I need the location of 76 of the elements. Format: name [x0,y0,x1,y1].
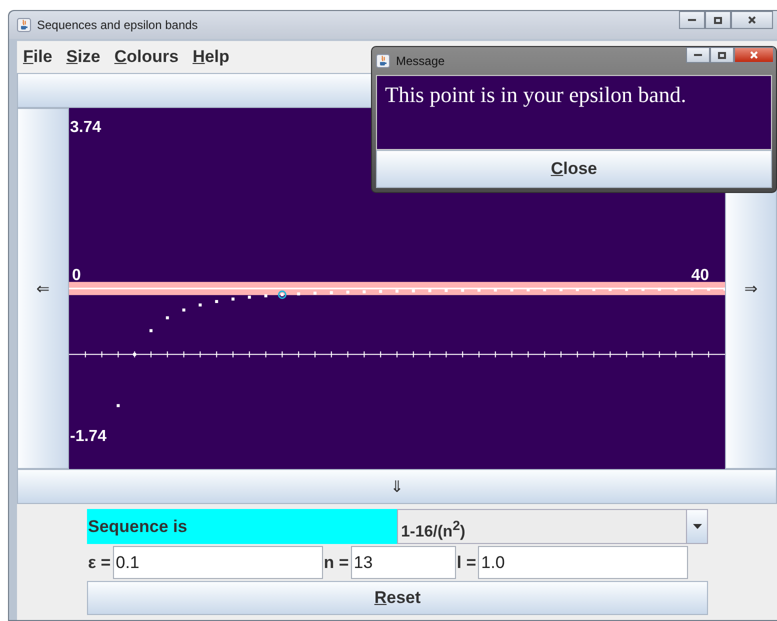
data-point [116,404,120,408]
data-point [592,288,596,292]
minimize-button[interactable] [679,11,705,29]
data-point [379,290,382,293]
sequence-dropdown[interactable]: 1-16/(n$^{2}$) [397,509,708,544]
data-point [543,288,546,292]
minimize-icon [688,19,696,21]
message-text: This point is in your epsilon band. [385,82,686,107]
close-button[interactable]: Close [376,150,772,188]
menu-item[interactable]: File [23,47,52,67]
field-label: ε = [87,552,112,572]
data-point [297,292,300,296]
close-icon [748,16,756,24]
cup-icon [376,54,390,68]
data-point [330,291,333,294]
data-point [510,288,514,292]
reset-button[interactable]: Reset [87,581,708,615]
data-point [560,288,562,292]
data-point [576,288,579,292]
down-button[interactable]: ⇓ [17,469,777,504]
maximize-icon [714,16,722,24]
data-point [264,294,268,298]
data-point [150,329,152,332]
data-point [280,293,284,296]
data-point [232,298,234,301]
data-point [707,288,710,291]
close-icon [750,51,758,59]
close-button[interactable] [734,47,774,63]
data-point [396,290,398,293]
data-point [526,288,530,292]
data-point [362,290,366,294]
axis-label: 0 [72,266,81,284]
dialog-title: Message [396,54,446,68]
limit-field[interactable]: 1.0 [478,546,688,579]
data-point [314,292,316,295]
data-point [215,300,218,304]
data-point [166,316,169,320]
data-point [444,289,448,292]
data-point [625,288,628,291]
minimize-icon [694,54,702,56]
n-field[interactable]: 13 [350,546,456,579]
menu-item[interactable]: Colours [114,47,179,67]
menu-item[interactable]: Help [192,47,230,67]
data-point [494,288,497,292]
data-point [642,288,644,291]
field-label: n = [322,552,350,572]
cup-icon [17,18,31,32]
data-point [412,289,415,292]
sequence-label: Sequence is [87,509,397,544]
data-point [608,288,612,291]
maximize-button[interactable] [705,11,731,29]
data-point [461,288,464,292]
field-label: l = [456,552,478,572]
data-point [690,288,694,291]
axis-label: 40 [691,266,709,284]
data-point [674,288,678,291]
data-point [198,303,202,306]
data-point [658,288,661,291]
caret-icon [692,524,702,529]
axis-label: 3.74 [70,119,102,136]
data-point [248,296,251,299]
epsilon-field[interactable]: 0.1 [112,546,323,579]
data-point [182,308,186,312]
data-point [133,352,136,356]
minimize-button[interactable] [686,47,710,63]
left-button[interactable]: ⇐ [17,108,69,469]
close-button[interactable] [731,11,773,29]
data-point [346,290,350,294]
data-point [428,289,432,292]
menu-item[interactable]: Size [66,47,100,67]
window-title: Sequences and epsilon bands [37,18,199,32]
data-point [478,288,480,292]
maximize-button[interactable] [710,47,734,63]
maximize-icon [718,52,726,58]
axis-label: -1.74 [70,428,106,445]
highlight-ring [278,290,286,299]
